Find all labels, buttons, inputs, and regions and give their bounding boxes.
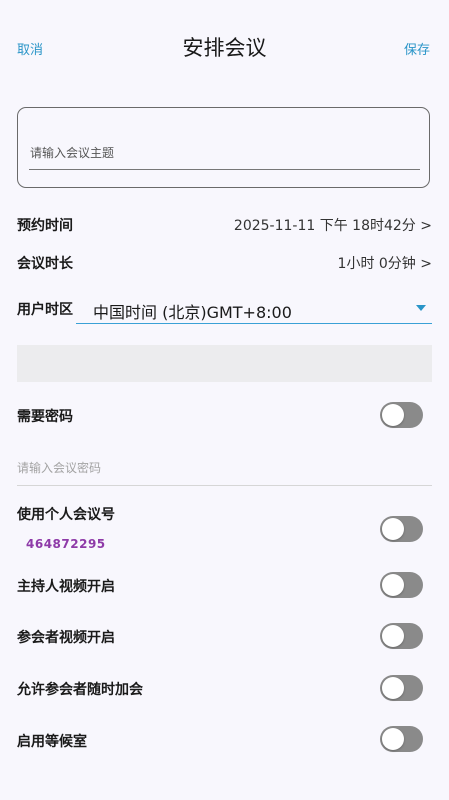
timezone-label: 用户时区 bbox=[17, 302, 73, 318]
toggle-knob bbox=[382, 404, 404, 426]
join-anytime-label: 允许参会者随时加会 bbox=[17, 682, 143, 698]
toggle-knob bbox=[382, 677, 404, 699]
toggle-knob bbox=[382, 518, 404, 540]
duration-label: 会议时长 bbox=[17, 256, 73, 272]
subject-input[interactable] bbox=[29, 136, 420, 170]
section-divider bbox=[17, 345, 432, 382]
toggle-knob bbox=[382, 625, 404, 647]
personal-meeting-number: 464872295 bbox=[26, 537, 106, 551]
waiting-room-label: 启用等候室 bbox=[17, 734, 87, 750]
password-toggle[interactable] bbox=[380, 402, 423, 428]
host-video-toggle[interactable] bbox=[380, 572, 423, 598]
password-input[interactable] bbox=[17, 450, 432, 486]
save-button[interactable]: 保存 bbox=[404, 39, 430, 58]
schedule-time-label: 预约时间 bbox=[17, 218, 73, 234]
timezone-select[interactable]: 中国时间 (北京)GMT+8:00 bbox=[76, 294, 432, 324]
participant-video-label: 参会者视频开启 bbox=[17, 630, 115, 646]
timezone-value: 中国时间 (北京)GMT+8:00 bbox=[93, 303, 292, 322]
subject-field-container bbox=[17, 107, 430, 188]
participant-video-toggle[interactable] bbox=[380, 623, 423, 649]
schedule-time-value[interactable]: 2025-11-11 下午 18时42分 > bbox=[234, 215, 432, 235]
join-anytime-toggle[interactable] bbox=[380, 675, 423, 701]
caret-down-icon bbox=[416, 305, 426, 311]
personal-meeting-label: 使用个人会议号 bbox=[17, 507, 115, 523]
duration-value[interactable]: 1小时 0分钟 > bbox=[338, 253, 432, 273]
toggle-knob bbox=[382, 728, 404, 750]
personal-meeting-toggle[interactable] bbox=[380, 516, 423, 542]
password-label: 需要密码 bbox=[17, 409, 73, 425]
toggle-knob bbox=[382, 574, 404, 596]
waiting-room-toggle[interactable] bbox=[380, 726, 423, 752]
page-title: 安排会议 bbox=[182, 36, 267, 60]
host-video-label: 主持人视频开启 bbox=[17, 579, 115, 595]
